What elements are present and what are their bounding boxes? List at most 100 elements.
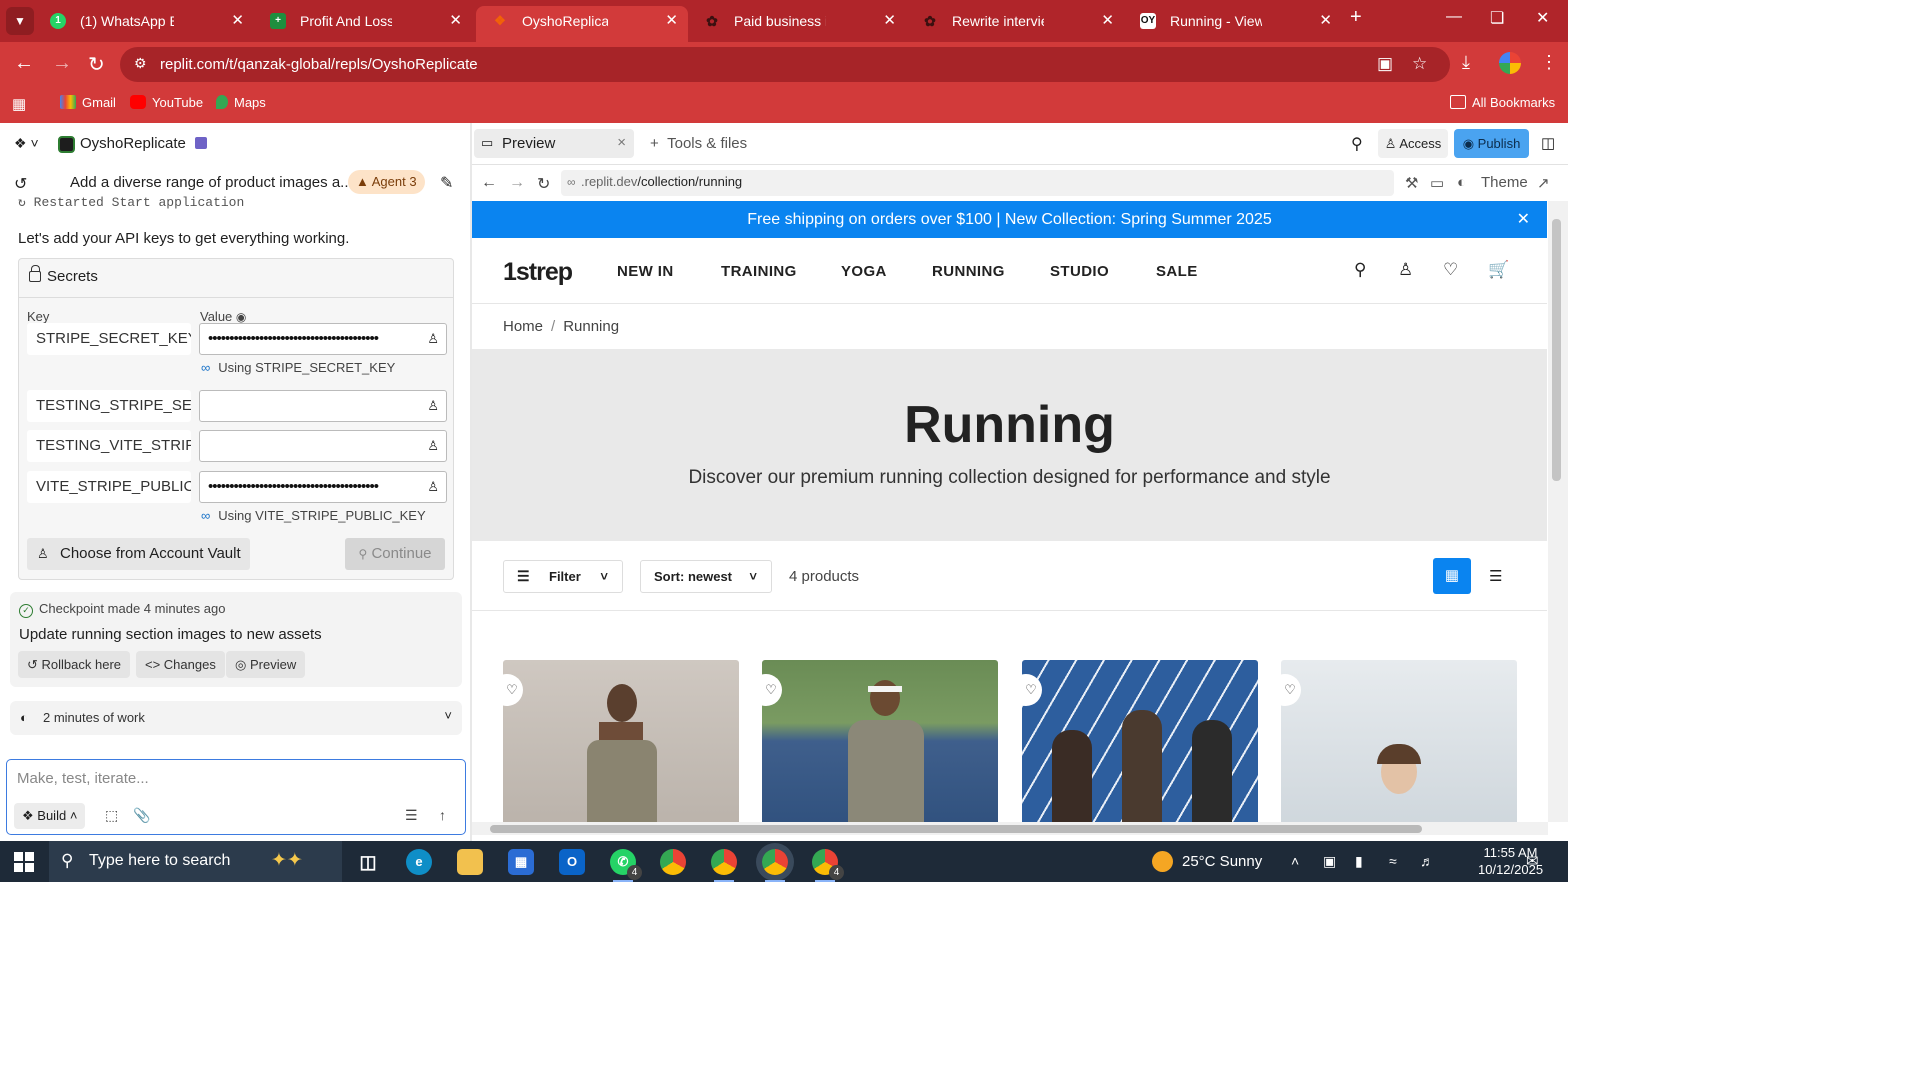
changes-button[interactable]: <> Changes: [136, 651, 225, 678]
tab-chatgpt-internship[interactable]: ✿ Paid business internship ✕: [688, 6, 906, 42]
nav-new-in[interactable]: NEW IN: [617, 263, 674, 280]
all-bookmarks[interactable]: All Bookmarks: [1450, 95, 1555, 110]
wishlist-heart-icon[interactable]: ♡: [503, 674, 523, 706]
tab-search-button[interactable]: ▼: [6, 7, 34, 35]
secret-value-input[interactable]: ♙: [199, 430, 447, 462]
attach-icon[interactable]: 📎: [133, 807, 150, 824]
outlook-icon[interactable]: O: [559, 849, 585, 875]
scrollbar-thumb[interactable]: [490, 825, 1422, 833]
replit-menu-icon[interactable]: ❖ ˅: [14, 135, 39, 152]
secret-key-field[interactable]: TESTING_VITE_STRIPE_PUBLIC_KEY: [27, 430, 191, 462]
secret-key-field[interactable]: VITE_STRIPE_PUBLIC_KEY: [27, 471, 191, 503]
secret-key-field[interactable]: TESTING_STRIPE_SECRET_KEY: [27, 390, 191, 422]
back-icon[interactable]: ←: [14, 52, 34, 75]
secret-value-input[interactable]: ••••••••••••••••••••••••••••••••••••••••…: [199, 471, 447, 503]
tools-files-tab[interactable]: + Tools & files: [650, 135, 747, 152]
meet-now-icon[interactable]: ▣: [1323, 853, 1336, 870]
work-summary[interactable]: ◐ 2 minutes of work ˅: [10, 701, 462, 735]
secret-value-input[interactable]: ••••••••••••••••••••••••••••••••••••••••…: [199, 323, 447, 355]
wishlist-heart-icon[interactable]: ♡: [1443, 260, 1458, 280]
build-mode-button[interactable]: ❖ Build ˄: [14, 803, 86, 829]
reload-icon[interactable]: ↻: [88, 52, 105, 77]
close-tab-icon[interactable]: ✕: [449, 6, 462, 36]
account-secret-icon[interactable]: ♙: [427, 331, 439, 347]
select-element-icon[interactable]: ⬚: [105, 807, 118, 824]
new-tab-button[interactable]: +: [1350, 6, 1362, 29]
sort-select[interactable]: Sort: newest ˅: [640, 560, 772, 593]
tab-replit[interactable]: ❖ OyshoReplicate - Replit ✕: [476, 6, 688, 42]
new-chat-icon[interactable]: ✎: [440, 173, 453, 193]
edge-icon[interactable]: e: [406, 849, 432, 875]
secret-key-field[interactable]: STRIPE_SECRET_KEY: [27, 323, 191, 355]
site-info-icon[interactable]: ⚙: [134, 55, 147, 72]
file-explorer-icon[interactable]: [457, 849, 483, 875]
tab-preview[interactable]: ▭ Preview ×: [474, 129, 634, 158]
product-card[interactable]: ♡: [503, 660, 739, 822]
chrome-active-icon[interactable]: [762, 849, 788, 882]
project-name[interactable]: OyshoReplicate: [80, 135, 186, 152]
close-tab-icon[interactable]: ✕: [1101, 6, 1114, 36]
store-logo[interactable]: 1strep: [503, 258, 573, 287]
notifications-icon[interactable]: ✉: [1526, 852, 1539, 870]
rollback-button[interactable]: ↺ Rollback here: [18, 651, 131, 678]
tab-sheets[interactable]: + Profit And Loss - Google Sheets ✕: [254, 6, 472, 42]
wishlist-heart-icon[interactable]: ♡: [1022, 674, 1042, 706]
product-card[interactable]: ♡: [762, 660, 998, 822]
theme-button[interactable]: Theme: [1481, 174, 1528, 191]
store-icon[interactable]: ▦: [508, 849, 534, 875]
search-icon[interactable]: ⚲: [1354, 260, 1366, 280]
agent-version-badge[interactable]: ▲ Agent 3: [348, 170, 425, 194]
access-button[interactable]: ♙ Access: [1378, 129, 1448, 158]
close-banner-icon[interactable]: ✕: [1517, 201, 1530, 238]
search-icon[interactable]: ⚲: [1351, 134, 1363, 154]
close-tab-icon[interactable]: ✕: [1319, 6, 1332, 36]
nav-yoga[interactable]: YOGA: [841, 263, 887, 280]
chevron-up-icon[interactable]: ˄: [1291, 853, 1299, 869]
nav-studio[interactable]: STUDIO: [1050, 263, 1109, 280]
nav-running[interactable]: RUNNING: [932, 263, 1005, 280]
vertical-scrollbar[interactable]: [1548, 201, 1568, 822]
bookmark-maps[interactable]: Maps: [216, 95, 266, 110]
account-secret-icon[interactable]: ♙: [427, 479, 439, 495]
settings-sliders-icon[interactable]: ☰: [405, 807, 418, 824]
wishlist-heart-icon[interactable]: ♡: [762, 674, 782, 706]
chrome-icon[interactable]: [660, 849, 686, 875]
horizontal-scrollbar[interactable]: [472, 822, 1548, 835]
tab-chatgpt-rewrite[interactable]: ✿ Rewrite interview follow-up ✕: [906, 6, 1124, 42]
publish-button[interactable]: ◉ Publish: [1454, 129, 1529, 158]
minimize-icon[interactable]: —: [1446, 8, 1462, 26]
tab-whatsapp[interactable]: 1 (1) WhatsApp Business ✕: [34, 6, 254, 42]
chevron-down-icon[interactable]: ˅: [444, 708, 452, 723]
bookmark-gmail[interactable]: Gmail: [60, 95, 116, 110]
continue-button[interactable]: ⚲ Continue: [345, 538, 445, 570]
apps-grid-icon[interactable]: ▦: [12, 95, 26, 113]
eye-icon[interactable]: ◉: [236, 310, 246, 324]
restore-icon[interactable]: ❏: [1490, 8, 1504, 28]
preview-url-input[interactable]: ∞ .replit.dev/collection/running: [561, 170, 1394, 196]
address-bar[interactable]: ⚙ replit.com/t/qanzak-global/repls/Oysho…: [120, 47, 1450, 82]
close-tab-icon[interactable]: ✕: [883, 6, 896, 36]
task-view-icon[interactable]: ◫: [355, 849, 381, 875]
tab-oysho[interactable]: OY Running - View by activity ✕: [1124, 6, 1342, 42]
chrome-profile-icon[interactable]: [711, 849, 737, 882]
back-icon[interactable]: ←: [481, 174, 497, 192]
install-app-icon[interactable]: ▣: [1377, 54, 1393, 74]
product-card[interactable]: ♡: [1022, 660, 1258, 822]
breadcrumb-home[interactable]: Home: [503, 318, 543, 335]
open-new-window-icon[interactable]: ↗: [1537, 174, 1550, 192]
forward-icon[interactable]: →: [509, 174, 525, 192]
nav-training[interactable]: TRAINING: [721, 263, 797, 280]
close-tab-icon[interactable]: ✕: [231, 6, 244, 36]
account-secret-icon[interactable]: ♙: [427, 398, 439, 414]
wishlist-heart-icon[interactable]: ♡: [1281, 674, 1301, 706]
devtools-wrench-icon[interactable]: ⚒: [1405, 174, 1418, 192]
bookmark-star-icon[interactable]: ☆: [1412, 54, 1427, 74]
devices-icon[interactable]: ▭: [1430, 174, 1444, 192]
chat-composer[interactable]: Make, test, iterate... ❖ Build ˄ ⬚ 📎 ☰ ↑: [6, 759, 466, 835]
list-view-icon[interactable]: ☰: [1489, 567, 1502, 585]
account-vault-button[interactable]: ♙ Choose from Account Vault: [27, 538, 250, 570]
battery-icon[interactable]: ▮: [1355, 853, 1363, 870]
filter-button[interactable]: ☰ Filter ˅: [503, 560, 623, 593]
split-view-icon[interactable]: ◫: [1541, 134, 1555, 152]
weather-text[interactable]: 25°C Sunny: [1182, 853, 1262, 870]
